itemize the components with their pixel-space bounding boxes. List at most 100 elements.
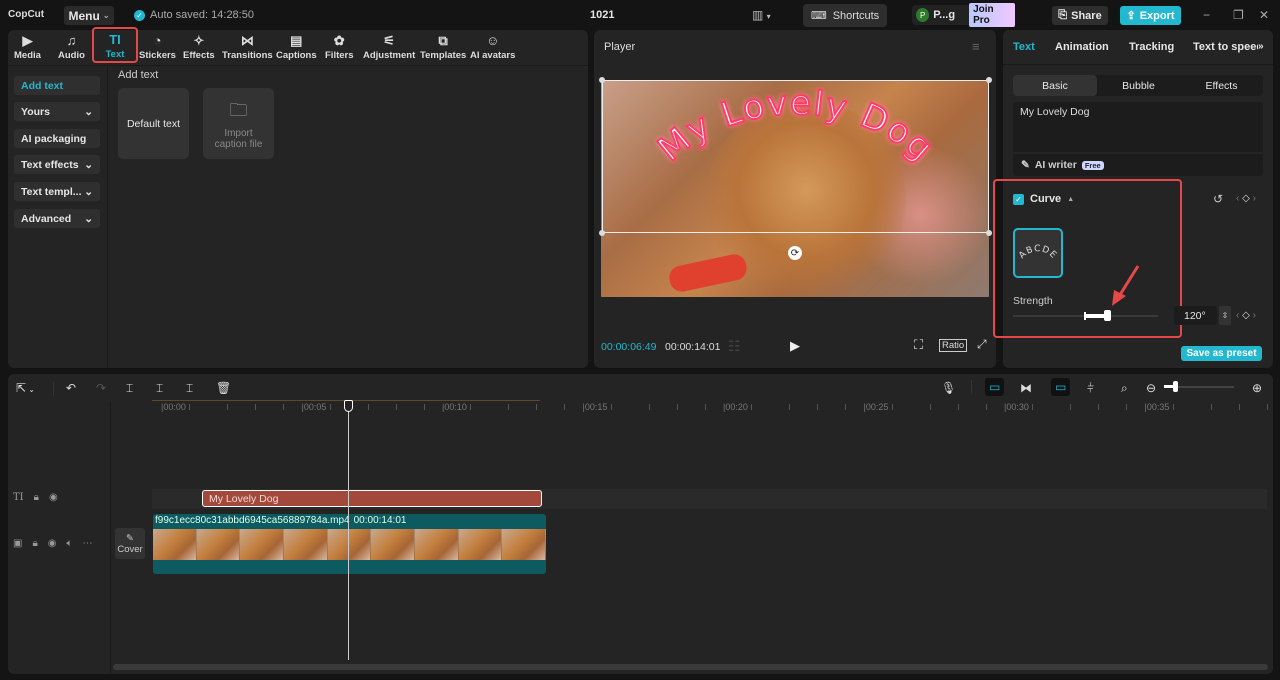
reset-icon[interactable]: ↺ — [1213, 192, 1223, 206]
tab-filters[interactable]: ✿ Filters — [325, 33, 354, 61]
strength-value-input[interactable]: 120° — [1174, 306, 1217, 325]
close-icon[interactable]: ✕ — [1259, 8, 1269, 22]
save-as-preset-button[interactable]: Save as preset — [1181, 346, 1262, 361]
tab-tracking[interactable]: Tracking — [1129, 41, 1174, 53]
subtab-bubble[interactable]: Bubble — [1097, 75, 1180, 96]
curve-preset[interactable]: ABCDE — [1013, 228, 1063, 278]
keyframe-icon[interactable]: ◇ — [1242, 310, 1250, 321]
ruler-tick — [1032, 404, 1034, 410]
zoom-out-icon[interactable]: ⊖ — [1146, 381, 1156, 395]
magnet-snap-icon[interactable]: ▭ — [985, 378, 1005, 396]
stepper-icon[interactable]: ⇳ — [1219, 306, 1231, 325]
keyframe-nav[interactable]: ‹ ◇ › — [1236, 310, 1256, 321]
subtab-effects[interactable]: Effects — [1180, 75, 1263, 96]
select-tool-icon[interactable]: ⇱ ⌄ — [16, 381, 35, 395]
slider-center-mark — [1084, 312, 1086, 320]
rotate-icon[interactable]: ⟳ — [788, 246, 802, 260]
player-title: Player — [604, 41, 636, 53]
ruler-tick — [1126, 404, 1128, 410]
video-frame-thumbnail — [415, 529, 459, 560]
split-left-icon[interactable]: ⌶ — [156, 381, 163, 396]
waveform-icon[interactable]: ☷ — [728, 338, 741, 355]
strength-slider-handle[interactable] — [1104, 310, 1112, 321]
join-pro-button[interactable]: Join Pro — [969, 3, 1015, 27]
eye-icon[interactable]: ◉ — [48, 538, 57, 549]
eye-icon[interactable]: ◉ — [49, 492, 58, 503]
sidebar-item-advanced[interactable]: Advanced ⌄ — [14, 209, 100, 228]
keyframe-nav[interactable]: ‹ ◇ › — [1236, 193, 1256, 204]
audio-icon[interactable]: 🔈︎ — [67, 538, 73, 549]
play-icon[interactable]: ▶ — [790, 338, 800, 354]
align-icon[interactable]: ⫩ — [1087, 381, 1094, 396]
sidebar-item-ai-packaging[interactable]: AI packaging — [14, 129, 100, 148]
playhead-handle[interactable] — [344, 400, 353, 412]
tab-stickers[interactable]: ◔ Stickers — [139, 33, 176, 61]
more-icon[interactable]: ⋯ — [83, 538, 93, 549]
sidebar-item-yours[interactable]: Yours ⌄ — [14, 102, 100, 121]
ratio-button[interactable]: Ratio — [939, 339, 968, 352]
tab-animation[interactable]: Animation — [1055, 41, 1109, 53]
fullscreen-icon[interactable]: ⤢ — [977, 337, 987, 352]
time-ruler[interactable]: |00:00 |00:05 |00:10 |00:15 |00:20 |00:25 |00:… — [153, 400, 1268, 414]
resize-handle[interactable] — [599, 77, 605, 83]
resize-handle[interactable] — [599, 230, 605, 236]
cover-button[interactable]: ✎ Cover — [115, 528, 145, 559]
tab-media[interactable]: ▶ Media — [14, 33, 41, 61]
checkbox-icon[interactable]: ✓ — [1013, 193, 1024, 205]
tab-audio[interactable]: ♫ Audio — [58, 33, 85, 61]
project-title[interactable]: 1021 — [590, 9, 614, 21]
tab-text-to-speech[interactable]: Text to speech — [1193, 41, 1258, 53]
resize-handle[interactable] — [986, 77, 992, 83]
preview-axis-icon[interactable]: ▭ — [1051, 378, 1071, 396]
share-button[interactable]: ⎘ Share — [1052, 6, 1108, 25]
text-content-input[interactable]: My Lovely Dog — [1013, 102, 1263, 152]
shortcuts-button[interactable]: ⌨ Shortcuts — [803, 4, 887, 27]
undo-icon[interactable]: ↶ — [66, 381, 76, 395]
link-icon[interactable]: ⧓ — [1020, 381, 1032, 395]
sidebar-item-add-text[interactable]: Add text — [14, 76, 100, 95]
more-tabs-icon[interactable]: » — [1258, 41, 1264, 52]
subtab-basic[interactable]: Basic — [1013, 75, 1097, 96]
timeline-scrollbar[interactable] — [113, 664, 1268, 670]
sidebar-item-text-effects[interactable]: Text effects ⌄ — [14, 155, 100, 174]
zoom-fit-icon[interactable]: ⌕ — [1121, 381, 1128, 396]
export-button[interactable]: ⇪ Export — [1120, 6, 1181, 25]
tab-transitions[interactable]: ⋈ Transitions — [222, 33, 273, 61]
tab-effects[interactable]: ✧ Effects — [183, 33, 215, 61]
tab-text[interactable]: Text — [1013, 41, 1035, 53]
lock-icon[interactable]: 🔒︎ — [32, 538, 37, 549]
text-selection-box[interactable] — [599, 77, 992, 236]
tab-templates[interactable]: ⧉ Templates — [420, 33, 466, 61]
lock-icon[interactable]: 🔒︎ — [34, 492, 39, 503]
keyframe-icon[interactable]: ◇ — [1242, 193, 1250, 204]
split-right-icon[interactable]: ⌶ — [186, 381, 193, 396]
hamburger-icon[interactable]: ≡ — [972, 39, 980, 54]
curve-toggle[interactable]: ✓ Curve ▲ — [1013, 193, 1074, 205]
tab-label: Media — [14, 50, 41, 61]
default-text-card[interactable]: Default text — [118, 88, 189, 159]
split-icon[interactable]: ⌶ — [126, 381, 133, 396]
menu-button[interactable]: Menu ⌄ — [64, 6, 114, 25]
ai-writer-button[interactable]: ✎ AI writer Free — [1013, 154, 1263, 176]
resize-handle[interactable] — [986, 230, 992, 236]
import-caption-card[interactable]: 🗀 Import caption file — [203, 88, 274, 159]
playhead-line[interactable] — [348, 406, 349, 660]
restore-icon[interactable]: ❐ — [1233, 8, 1244, 22]
tab-text[interactable]: TI Text — [92, 27, 138, 63]
microphone-icon[interactable]: 🎙 — [941, 381, 956, 395]
delete-icon[interactable]: 🗑 — [216, 381, 231, 395]
timeline-zoom-handle[interactable] — [1172, 381, 1178, 392]
ruler-label: |00:25 — [863, 402, 889, 412]
layout-icon[interactable]: ▥ ▾ — [752, 8, 771, 22]
user-account[interactable]: P P...g Join Pro — [912, 3, 1015, 27]
sidebar-item-text-templates[interactable]: Text templ... ⌄ — [14, 182, 100, 201]
text-clip[interactable]: My Lovely Dog — [202, 490, 542, 507]
video-clip[interactable]: f99c1ecc80c31abbd6945ca56889784a.mp4 00:… — [153, 514, 546, 574]
zoom-fit-icon[interactable]: ⛶ — [914, 337, 923, 353]
tab-ai-avatars[interactable]: ☺ AI avatars — [470, 33, 515, 61]
zoom-in-icon[interactable]: ⊕ — [1252, 381, 1262, 395]
tab-captions[interactable]: ▤ Captions — [276, 33, 317, 61]
minimize-icon[interactable]: − — [1203, 8, 1210, 22]
redo-icon[interactable]: ↷ — [96, 381, 106, 395]
tab-adjustment[interactable]: ⚟ Adjustment — [363, 33, 415, 61]
